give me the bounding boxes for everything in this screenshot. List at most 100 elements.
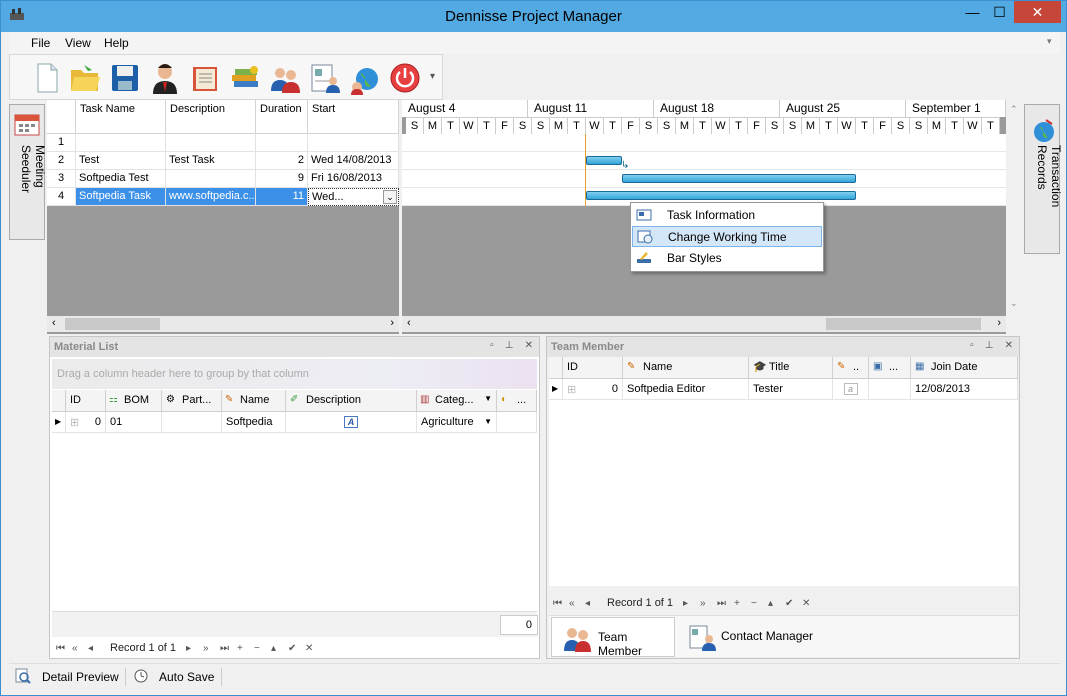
column-header-contact[interactable]: ▣ ... (869, 357, 911, 379)
auto-save-button[interactable]: Auto Save (159, 670, 214, 684)
first-record-icon[interactable]: ⏮ (56, 643, 65, 654)
confirm-icon[interactable]: ✔ (288, 643, 296, 654)
description-cell[interactable] (166, 170, 256, 188)
menu-help[interactable]: Help (104, 36, 129, 50)
duration-cell-selected[interactable]: 11 (256, 188, 308, 206)
column-header-notes[interactable]: ✎ .. (833, 357, 869, 379)
contact-card-icon[interactable] (308, 61, 342, 95)
description-cell-selected[interactable]: www.softpedia.c... (166, 188, 256, 206)
column-header-more[interactable]: ◐ ... (497, 390, 537, 412)
restore-icon[interactable]: ▫ (970, 340, 974, 351)
user-icon[interactable] (148, 61, 182, 95)
add-record-icon[interactable]: + (237, 643, 243, 654)
column-header-bom[interactable]: ⚏ BOM (106, 390, 162, 412)
description-cell[interactable] (166, 134, 256, 152)
close-icon[interactable]: ✕ (1005, 340, 1013, 351)
column-header-id[interactable]: ID (66, 390, 106, 412)
task-bar[interactable] (622, 174, 856, 183)
start-cell[interactable] (308, 134, 399, 152)
scroll-thumb[interactable] (826, 318, 981, 330)
scroll-up-icon[interactable]: ⌃ (1010, 104, 1018, 115)
expand-icon[interactable]: ⊞ (70, 417, 79, 429)
column-header-category[interactable]: ▥ Categ... ▼ (417, 390, 497, 412)
join-date-cell[interactable]: 12/08/2013 (911, 379, 1018, 400)
gantt-scrollbar[interactable]: ‹ › (402, 316, 1006, 332)
auto-save-icon[interactable] (133, 668, 149, 684)
bom-cell[interactable]: 01 (106, 412, 162, 433)
confirm-icon[interactable]: ✔ (785, 598, 793, 609)
minimize-button[interactable]: — (959, 1, 986, 23)
books-icon[interactable] (228, 61, 262, 95)
last-record-icon[interactable]: ⏭ (717, 598, 726, 609)
new-document-icon[interactable] (30, 61, 64, 95)
description-cell[interactable]: A (286, 412, 417, 433)
cancel-icon[interactable]: ✕ (802, 598, 810, 609)
prev-page-icon[interactable]: « (569, 598, 575, 609)
duration-cell[interactable]: 9 (256, 170, 308, 188)
menu-view[interactable]: View (65, 36, 91, 50)
category-cell[interactable]: Agriculture ▼ (417, 412, 497, 433)
close-icon[interactable]: ✕ (525, 340, 533, 351)
column-header-task-name[interactable]: Task Name (76, 100, 166, 134)
column-header-description[interactable]: ✐ Description (286, 390, 417, 412)
power-icon[interactable] (388, 61, 422, 95)
cancel-icon[interactable]: ✕ (305, 643, 313, 654)
save-icon[interactable] (108, 61, 142, 95)
start-cell[interactable]: Wed 14/08/2013 (308, 152, 399, 170)
task-grid-scrollbar[interactable]: ‹ › (47, 316, 399, 332)
open-folder-icon[interactable] (68, 61, 102, 95)
name-cell[interactable]: Softpedia Editor (623, 379, 749, 400)
task-name-cell-selected[interactable]: Softpedia Task (76, 188, 166, 206)
meeting-scheduler-tab[interactable]: Meeting Seeduler (9, 104, 47, 240)
dropdown-arrow-icon[interactable]: ▼ (484, 417, 492, 426)
pin-icon[interactable]: ⊥ (505, 340, 514, 351)
menu-item-task-information[interactable]: Task Information (632, 205, 822, 226)
name-cell[interactable]: Softpedia (222, 412, 286, 433)
more-cell[interactable] (497, 412, 537, 433)
scroll-left-icon[interactable]: ‹ (52, 317, 56, 329)
pin-icon[interactable]: ⊥ (985, 340, 994, 351)
scroll-right-icon[interactable]: › (390, 317, 394, 329)
id-cell[interactable]: ⊞ 0 (563, 379, 623, 400)
tab-contact-manager[interactable]: Contact Manager (677, 617, 827, 657)
column-header-name[interactable]: ✎ Name (623, 357, 749, 379)
duration-cell[interactable] (256, 134, 308, 152)
column-header-id[interactable]: ID (563, 357, 623, 379)
team-icon[interactable] (268, 61, 302, 95)
start-cell-editor[interactable]: Wed... ⌄ (308, 188, 399, 206)
start-cell[interactable]: Fri 16/08/2013 (308, 170, 399, 188)
next-page-icon[interactable]: » (203, 643, 209, 654)
globe-icon[interactable] (348, 61, 382, 95)
delete-record-icon[interactable]: − (254, 643, 260, 654)
task-name-cell[interactable]: Test (76, 152, 166, 170)
scroll-right-icon[interactable]: › (997, 317, 1001, 329)
transaction-records-tab[interactable]: Transaction Records (1024, 104, 1063, 254)
task-bar[interactable] (586, 156, 622, 165)
column-header-join-date[interactable]: ▦ Join Date (911, 357, 1018, 379)
delete-record-icon[interactable]: − (751, 598, 757, 609)
scroll-down-icon[interactable]: ⌄ (1010, 298, 1018, 309)
close-button[interactable]: ✕ (1014, 1, 1061, 23)
column-header-description[interactable]: Description (166, 100, 256, 134)
next-record-icon[interactable]: ▸ (683, 598, 688, 609)
task-bar-selected[interactable] (586, 191, 856, 200)
menu-file[interactable]: File (31, 36, 50, 50)
move-up-icon[interactable]: ▴ (768, 598, 773, 609)
description-cell[interactable]: Test Task (166, 152, 256, 170)
add-record-icon[interactable]: + (734, 598, 740, 609)
move-up-icon[interactable]: ▴ (271, 643, 276, 654)
column-header-duration[interactable]: Duration (256, 100, 308, 134)
duration-cell[interactable]: 2 (256, 152, 308, 170)
column-header-start[interactable]: Start (308, 100, 399, 134)
menu-overflow-icon[interactable]: ▾ (1047, 36, 1052, 47)
dropdown-arrow-icon[interactable]: ▼ (484, 394, 492, 403)
gantt-vscroll[interactable]: ⌃ ⌄ (1008, 100, 1022, 314)
prev-page-icon[interactable]: « (72, 643, 78, 654)
detail-preview-button[interactable]: Detail Preview (42, 670, 119, 684)
last-record-icon[interactable]: ⏭ (220, 643, 229, 654)
toolbar-overflow-icon[interactable]: ▾ (430, 71, 435, 82)
expand-icon[interactable]: ⊞ (567, 384, 576, 396)
column-header-title[interactable]: 🎓 Title (749, 357, 833, 379)
contact-cell[interactable] (869, 379, 911, 400)
column-header-part[interactable]: ⚙ Part... (162, 390, 222, 412)
